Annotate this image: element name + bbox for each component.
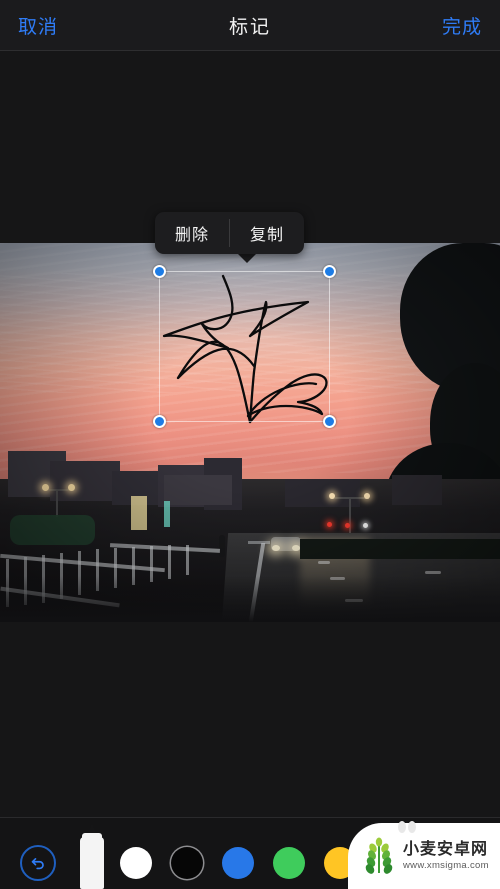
top-toolbar: 取消 标记 完成 bbox=[0, 0, 500, 51]
context-menu: 删除 复制 bbox=[155, 212, 305, 254]
color-swatch-black[interactable] bbox=[171, 847, 203, 879]
pen-body bbox=[80, 837, 104, 889]
resize-handle-bottom-left[interactable] bbox=[153, 415, 166, 428]
wheat-logo-icon bbox=[365, 837, 393, 874]
context-menu-delete[interactable]: 删除 bbox=[155, 212, 229, 254]
marker-pen-tool[interactable] bbox=[76, 817, 108, 889]
watermark: 小麦安卓网 www.xmsigma.com bbox=[348, 823, 500, 889]
resize-handle-top-left[interactable] bbox=[153, 265, 166, 278]
color-swatch-green[interactable] bbox=[273, 847, 305, 879]
watermark-ears-icon bbox=[398, 821, 416, 833]
color-swatch-blue[interactable] bbox=[222, 847, 254, 879]
watermark-title: 小麦安卓网 bbox=[403, 840, 489, 858]
markup-canvas[interactable]: 删除 复制 bbox=[0, 51, 500, 817]
context-menu-copy[interactable]: 复制 bbox=[230, 212, 304, 254]
undo-arrow-icon bbox=[31, 858, 44, 870]
undo-button[interactable] bbox=[20, 845, 56, 881]
resize-handle-bottom-right[interactable] bbox=[323, 415, 336, 428]
photo-bottom-fade bbox=[0, 576, 500, 622]
color-swatch-white[interactable] bbox=[120, 847, 152, 879]
resize-handle-top-right[interactable] bbox=[323, 265, 336, 278]
watermark-url: www.xmsigma.com bbox=[403, 859, 489, 871]
watermark-text-block: 小麦安卓网 www.xmsigma.com bbox=[403, 841, 489, 872]
markup-editor-screen: 取消 标记 完成 删除 复制 小麦安卓网 www.xmsigma.com bbox=[0, 0, 500, 889]
selection-bounding-box[interactable] bbox=[153, 265, 336, 428]
cancel-button[interactable]: 取消 bbox=[18, 12, 58, 39]
done-button[interactable]: 完成 bbox=[442, 12, 482, 39]
page-title: 标记 bbox=[228, 17, 271, 38]
